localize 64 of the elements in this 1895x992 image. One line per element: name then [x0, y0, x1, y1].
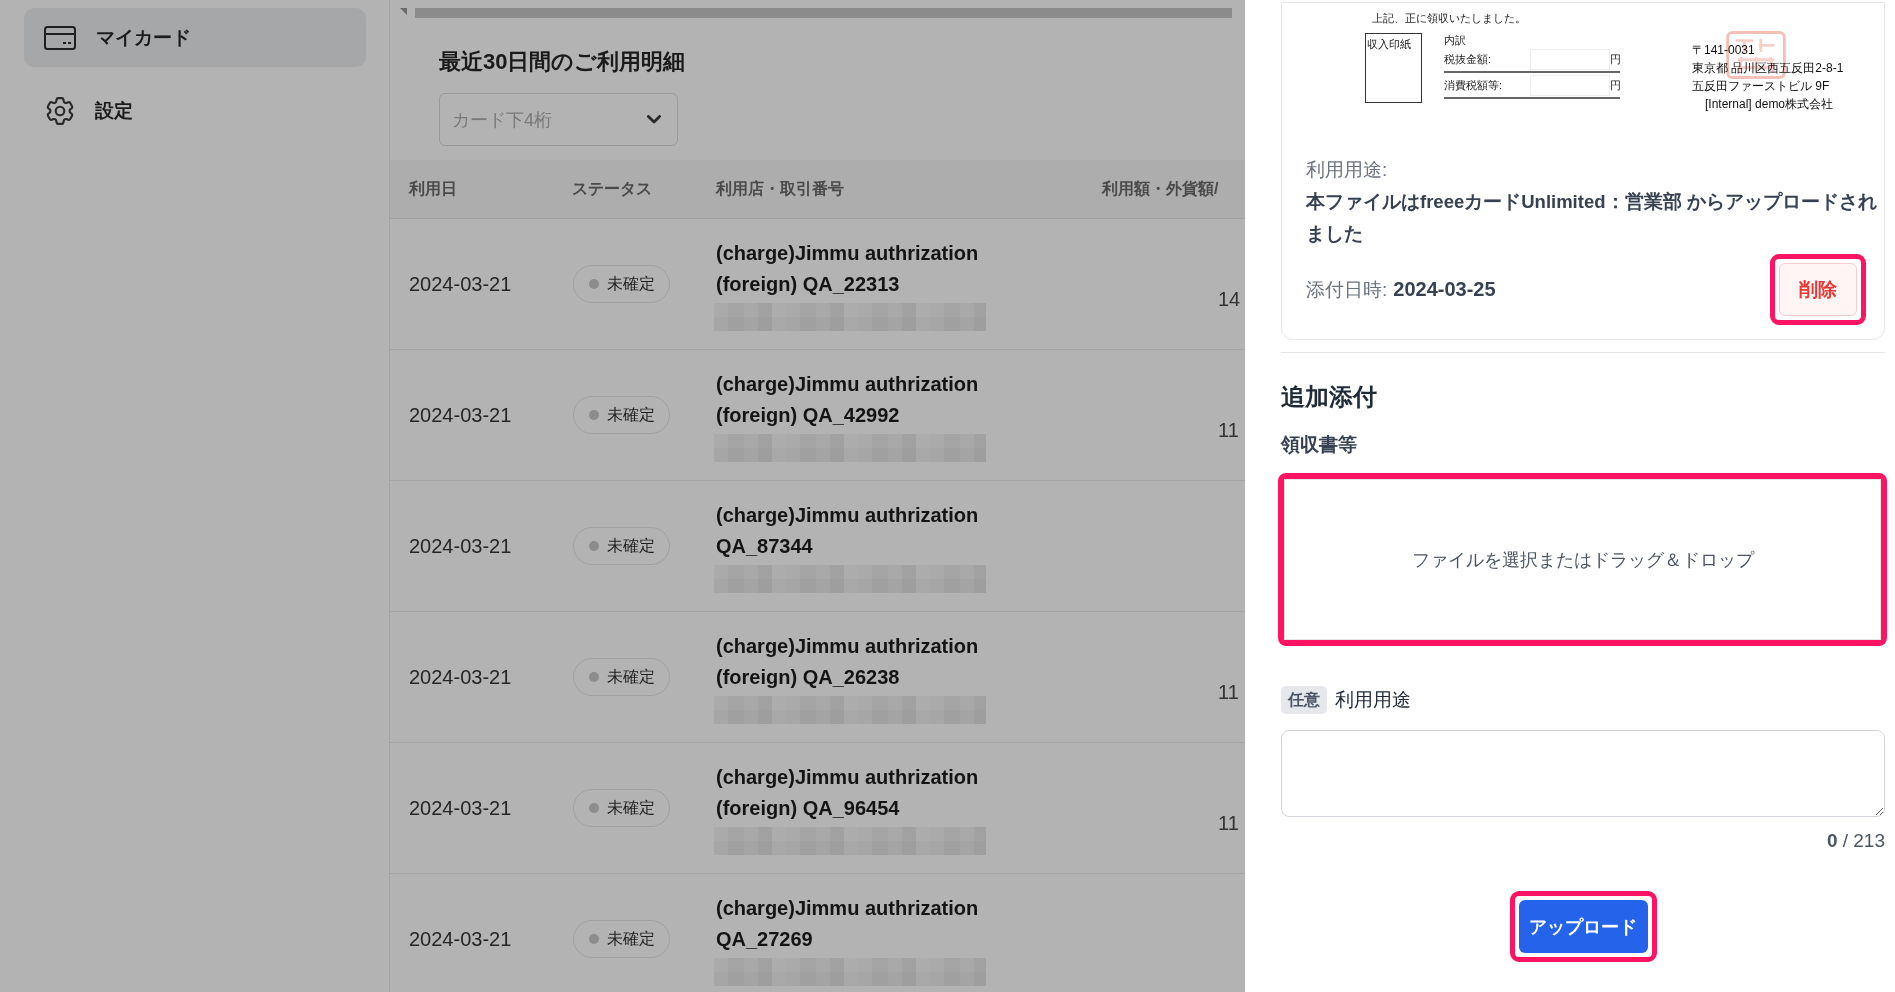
credit-card-icon — [44, 25, 76, 50]
scrollbar-thumb[interactable] — [415, 8, 1232, 18]
address-line: 東京都 品川区西五反田2-8-1 — [1692, 60, 1844, 77]
date-text: 2024-03-21 — [409, 927, 512, 951]
chevron-down-icon — [647, 115, 661, 124]
breakdown-label: 税抜金額: — [1444, 51, 1493, 67]
purpose-label: 利用用途: — [1306, 158, 1389, 182]
status-dot-icon — [589, 410, 599, 420]
status-dot-icon — [589, 934, 599, 944]
merchant-name: (charge)Jimmu authrization (foreign) QA_26238 — [716, 633, 980, 690]
upload-button[interactable]: アップロード — [1518, 900, 1648, 953]
amount-text: 11 — [1218, 680, 1239, 704]
date-text: 2024-03-21 — [409, 665, 512, 689]
section-heading: 追加添付 — [1281, 383, 1378, 411]
date-text: 2024-03-21 — [409, 796, 512, 820]
sidebar-item[interactable]: マイカード — [24, 8, 366, 67]
merchant-name: (charge)Jimmu authrization (foreign) QA_42992 — [716, 371, 980, 428]
receipt-statement: 上記、正に領収いたしました。 — [1371, 11, 1527, 25]
status-label: 未確定 — [607, 797, 655, 818]
section-title: 最近30日間のご利用明細 — [439, 49, 687, 75]
status-label: 未確定 — [607, 535, 655, 556]
field-label: 領収書等 — [1281, 433, 1358, 457]
amount-text: 11 — [1218, 418, 1239, 442]
status-label: 未確定 — [607, 273, 655, 294]
field-label: 利用用途 — [1335, 688, 1411, 712]
attached-date: 2024-03-25 — [1393, 277, 1496, 301]
status-label: 未確定 — [607, 404, 655, 425]
status-label: 未確定 — [607, 928, 655, 949]
merchant-name: (charge)Jimmu authrization (foreign) QA_22313 — [716, 240, 980, 297]
character-counter: 0 / 213 — [1826, 829, 1885, 853]
column-header: 利用額・外貨額/ — [1102, 178, 1219, 199]
status-label: 未確定 — [607, 666, 655, 687]
yen-unit: 円 — [1610, 51, 1621, 67]
revenue-stamp-area: 収入印紙 — [1365, 33, 1422, 103]
status-dot-icon — [589, 672, 599, 682]
sidebar-item[interactable]: 設定 — [24, 81, 366, 140]
file-drop-zone[interactable]: ファイルを選択またはドラッグ＆ドロップ — [1284, 479, 1881, 640]
scroll-arrow-icon[interactable] — [400, 8, 407, 15]
status-dot-icon — [589, 279, 599, 289]
status-dot-icon — [589, 541, 599, 551]
address-line: [Internal] demo株式会社 — [1704, 96, 1835, 113]
date-text: 2024-03-21 — [409, 272, 512, 296]
date-text: 2024-03-21 — [409, 534, 512, 558]
optional-tag: 任意 — [1281, 686, 1327, 714]
column-header: ステータス — [572, 178, 652, 199]
yen-unit: 円 — [1610, 77, 1621, 93]
column-header: 利用日 — [409, 178, 457, 199]
merchant-name: (charge)Jimmu authrization QA_87344 — [716, 502, 980, 559]
address-line: 五反田ファーストビル 9F — [1692, 78, 1831, 95]
breakdown-label: 消費税額等: — [1444, 77, 1504, 93]
status-dot-icon — [589, 803, 599, 813]
settings-icon — [45, 96, 75, 125]
delete-button[interactable]: 削除 — [1779, 263, 1857, 316]
attached-date-label: 添付日時: — [1306, 277, 1388, 302]
amount-text: 11 — [1218, 811, 1239, 835]
column-header: 利用店・取引番号 — [716, 178, 844, 199]
amount-text: 14 — [1218, 287, 1241, 311]
merchant-name: (charge)Jimmu authrization (foreign) QA_96454 — [716, 764, 980, 821]
date-text: 2024-03-21 — [409, 403, 512, 427]
purpose-textarea[interactable] — [1281, 730, 1885, 817]
address-line: 〒141-0031 — [1692, 42, 1756, 59]
breakdown-title: 内訳 — [1444, 33, 1467, 47]
merchant-name: (charge)Jimmu authrization QA_27269 — [716, 895, 980, 952]
purpose-text: 本ファイルはfreeeカードUnlimited：営業部 からアップロードされました — [1306, 190, 1878, 246]
